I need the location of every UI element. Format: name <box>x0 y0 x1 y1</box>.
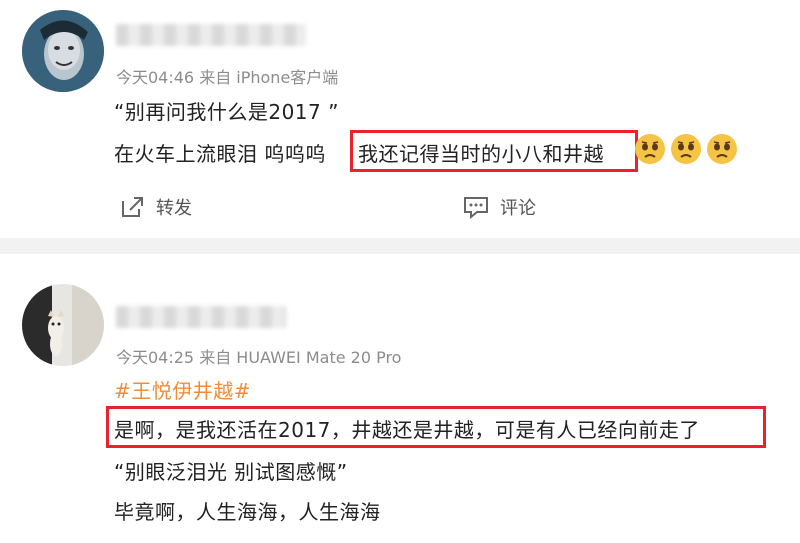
crying-face-icon <box>671 134 701 164</box>
section-divider <box>0 238 800 254</box>
post-text-highlight: 我还记得当时的小八和井越 <box>358 142 604 166</box>
avatar[interactable] <box>22 284 104 366</box>
repost-button[interactable]: 转发 <box>120 194 192 220</box>
post-text-line-3: “别眼泛泪光 别试图感慨” <box>114 460 348 484</box>
post-2: 今天04:25 来自 HUAWEI Mate 20 Pro #王悦伊井越# 是啊… <box>0 254 800 543</box>
comment-button[interactable]: 评论 <box>462 194 536 220</box>
comment-icon <box>464 197 488 220</box>
crying-face-icon <box>707 134 737 164</box>
hashtag-link[interactable]: #王悦伊井越# <box>114 375 251 404</box>
post-text-prefix: 在火车上流眼泪 呜呜呜 <box>114 142 326 166</box>
post-text-line-4: 毕竟啊，人生海海，人生海海 <box>114 500 381 524</box>
avatar[interactable] <box>22 10 104 92</box>
username-blurred[interactable] <box>116 24 306 46</box>
post-text-highlight: 是啊，是我还活在2017，井越还是井越，可是有人已经向前走了 <box>114 418 700 442</box>
post-meta: 今天04:46 来自 iPhone客户端 <box>116 68 339 87</box>
post-meta: 今天04:25 来自 HUAWEI Mate 20 Pro <box>116 348 402 367</box>
post-1: 今天04:46 来自 iPhone客户端 “别再问我什么是2017 ” 在火车上… <box>0 0 800 238</box>
post-text-line-2: 在火车上流眼泪 呜呜呜 <box>114 138 326 167</box>
repost-icon <box>122 197 143 217</box>
emoji-row <box>634 133 738 165</box>
crying-face-icon <box>635 134 665 164</box>
username-blurred[interactable] <box>116 306 286 328</box>
post-text-line-1: “别再问我什么是2017 ” <box>114 100 339 124</box>
comment-label: 评论 <box>500 198 536 219</box>
repost-label: 转发 <box>156 198 192 219</box>
